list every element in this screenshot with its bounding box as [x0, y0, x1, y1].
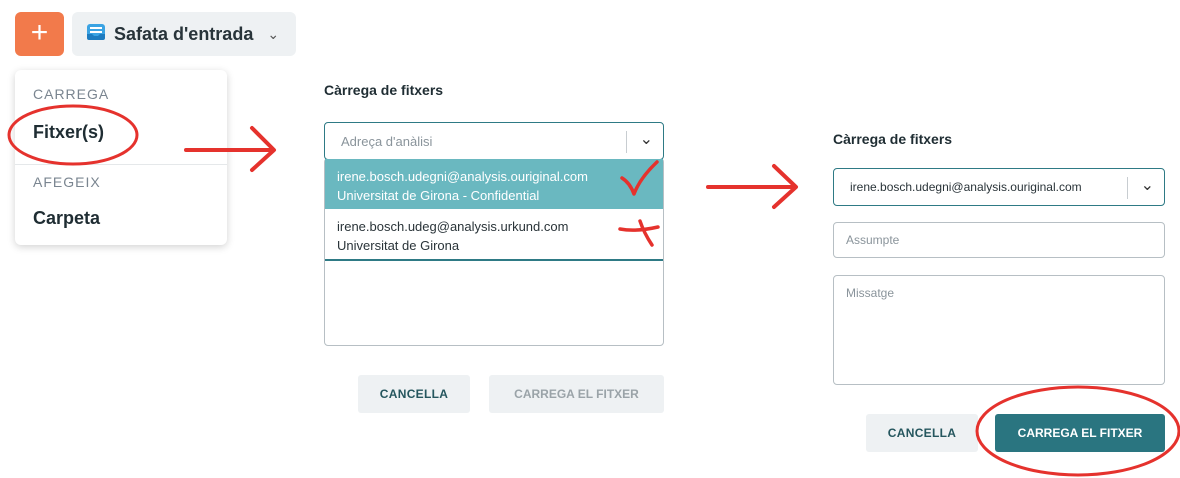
checkmark-icon: [620, 160, 659, 196]
annotation-overlay: [7, 104, 1180, 477]
highlight-circle: [7, 104, 139, 166]
arrow-icon: [184, 126, 276, 172]
arrow-icon: [706, 164, 798, 209]
cross-icon: [618, 219, 660, 247]
highlight-circle: [975, 385, 1180, 477]
